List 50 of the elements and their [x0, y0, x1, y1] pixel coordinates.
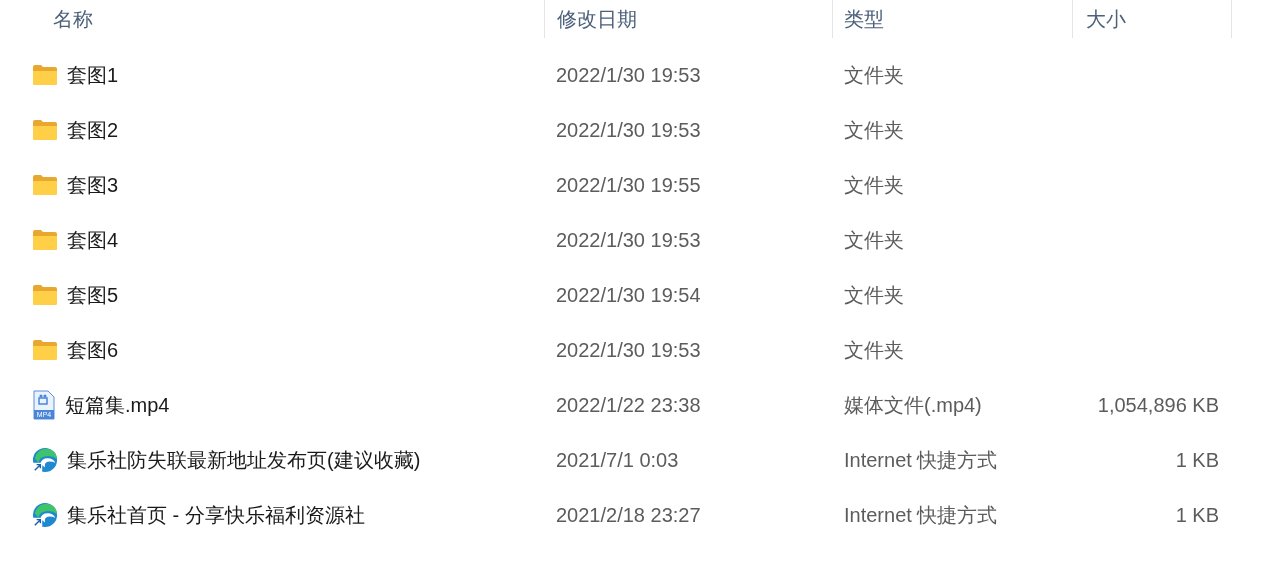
file-type: 媒体文件(.mp4) — [844, 393, 982, 416]
file-name: 套图2 — [67, 117, 119, 143]
file-type: 文件夹 — [844, 118, 904, 141]
file-type: Internet 快捷方式 — [844, 503, 998, 526]
file-type: Internet 快捷方式 — [844, 448, 998, 471]
modified-date: 2021/2/18 23:27 — [556, 503, 701, 526]
modified-date: 2022/1/30 19:53 — [556, 228, 701, 251]
folder-icon — [32, 338, 58, 361]
column-header[interactable]: 名称 — [53, 4, 93, 34]
file-size: 1 KB — [1175, 448, 1219, 471]
file-row[interactable]: 套图2 2022/1/30 19:53 文件夹 — [0, 102, 1280, 157]
folder-icon — [32, 63, 58, 86]
file-type: 文件夹 — [844, 63, 904, 86]
modified-date: 2022/1/30 19:53 — [556, 338, 701, 361]
modified-date: 2022/1/22 23:38 — [556, 393, 701, 416]
file-size: 1,054,896 KB — [1097, 393, 1219, 416]
modified-date: 2022/1/30 19:55 — [556, 173, 701, 196]
browser-shortcut-icon — [32, 445, 58, 474]
file-type: 文件夹 — [844, 283, 904, 306]
file-name: 套图3 — [67, 172, 119, 198]
modified-date: 2022/1/30 19:53 — [556, 63, 701, 86]
file-row[interactable]: 套图1 2022/1/30 19:53 文件夹 — [0, 47, 1280, 102]
file-row[interactable]: 套图6 2022/1/30 19:53 文件夹 — [0, 322, 1280, 377]
modified-date: 2021/7/1 0:03 — [556, 448, 679, 471]
folder-icon — [32, 118, 58, 141]
file-type: 文件夹 — [844, 228, 904, 251]
modified-date: 2022/1/30 19:53 — [556, 118, 701, 141]
column-header[interactable]: 类型 — [844, 4, 884, 34]
folder-icon — [32, 228, 58, 251]
file-name: 套图4 — [67, 227, 119, 253]
column-header[interactable]: 大小 — [1086, 4, 1126, 34]
file-size: 1 KB — [1175, 503, 1219, 526]
modified-date: 2022/1/30 19:54 — [556, 283, 701, 306]
file-row[interactable]: 套图5 2022/1/30 19:54 文件夹 — [0, 267, 1280, 322]
file-row[interactable]: 集乐社首页 - 分享快乐福利资源社 2021/2/18 23:27 Internet 快捷方式 1 KB — [0, 487, 1280, 542]
file-name: 短篇集.mp4 — [65, 392, 170, 418]
folder-icon — [32, 173, 58, 196]
folder-icon — [32, 283, 58, 306]
file-name: 集乐社首页 - 分享快乐福利资源社 — [67, 502, 365, 528]
file-name: 套图5 — [67, 282, 119, 308]
file-type: 文件夹 — [844, 338, 904, 361]
file-name: 套图6 — [67, 337, 119, 363]
file-row[interactable]: 集乐社防失联最新地址发布页(建议收藏) 2021/7/1 0:03 Internet 快捷方式 1 KB — [0, 432, 1280, 487]
file-name: 套图1 — [67, 62, 119, 88]
file-name: 集乐社防失联最新地址发布页(建议收藏) — [67, 447, 421, 473]
file-type: 文件夹 — [844, 173, 904, 196]
column-header[interactable]: 修改日期 — [557, 4, 637, 34]
browser-shortcut-icon — [32, 500, 58, 529]
file-row[interactable]: 套图3 2022/1/30 19:55 文件夹 — [0, 157, 1280, 212]
file-row[interactable]: 套图4 2022/1/30 19:53 文件夹 — [0, 212, 1280, 267]
